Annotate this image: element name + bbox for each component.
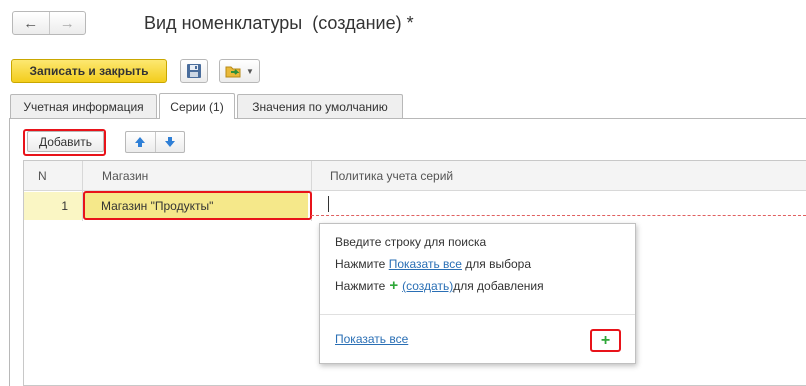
arrow-up-icon <box>135 137 146 147</box>
save-and-close-button[interactable]: Записать и закрыть <box>11 59 167 83</box>
hint-text: Нажмите <box>335 279 386 293</box>
show-all-link[interactable]: Показать все <box>335 332 408 346</box>
nav-buttons: ← → <box>12 11 86 35</box>
show-all-inline-link[interactable]: Показать все <box>389 257 462 271</box>
table-row-number[interactable]: 1 <box>24 192 82 220</box>
chevron-down-icon: ▼ <box>246 66 254 76</box>
column-header-policy[interactable]: Политика учета серий <box>330 161 453 191</box>
tabs-divider <box>9 118 806 119</box>
hint-text: для выбора <box>461 257 532 271</box>
tab-series[interactable]: Серии (1) <box>159 93 235 119</box>
text-cursor <box>328 196 329 212</box>
tab-accounting-info[interactable]: Учетная информация <box>10 94 157 118</box>
panel-border <box>9 118 10 386</box>
column-header-shop[interactable]: Магазин <box>102 161 148 191</box>
arrow-left-icon: ← <box>23 14 39 32</box>
dropdown-hint-show-all: Нажмите Показать все для выбора <box>335 257 531 271</box>
tab-default-values[interactable]: Значения по умолчанию <box>237 94 403 118</box>
arrow-down-icon <box>164 137 175 147</box>
move-buttons <box>125 131 185 153</box>
arrow-right-icon: → <box>59 14 75 32</box>
move-down-button[interactable] <box>154 132 185 152</box>
back-button[interactable]: ← <box>13 12 49 34</box>
hint-text: Нажмите <box>335 257 389 271</box>
plus-icon: + <box>389 277 399 294</box>
page-title: Вид номенклатуры (создание) * <box>144 13 414 33</box>
create-button[interactable]: + <box>590 329 621 352</box>
folder-arrow-icon <box>225 66 241 78</box>
highlight-frame-add <box>23 129 106 156</box>
save-button[interactable] <box>180 59 208 83</box>
more-actions-button[interactable]: ▼ <box>219 59 260 83</box>
dropdown-hint-create: Нажмите + (создать) для добавления <box>335 277 544 294</box>
policy-input[interactable] <box>311 192 806 216</box>
plus-icon: + <box>600 331 611 349</box>
dropdown-hint-search: Введите строку для поиска <box>335 235 487 249</box>
create-inline-link[interactable]: (создать) <box>402 279 453 293</box>
column-header-n[interactable]: N <box>38 161 47 191</box>
move-up-button[interactable] <box>126 132 155 152</box>
dropdown-divider <box>320 314 635 315</box>
highlight-frame-shop <box>83 191 312 220</box>
floppy-disk-icon <box>187 64 201 78</box>
hint-text: для добавления <box>453 279 544 293</box>
forward-button[interactable]: → <box>48 12 86 34</box>
